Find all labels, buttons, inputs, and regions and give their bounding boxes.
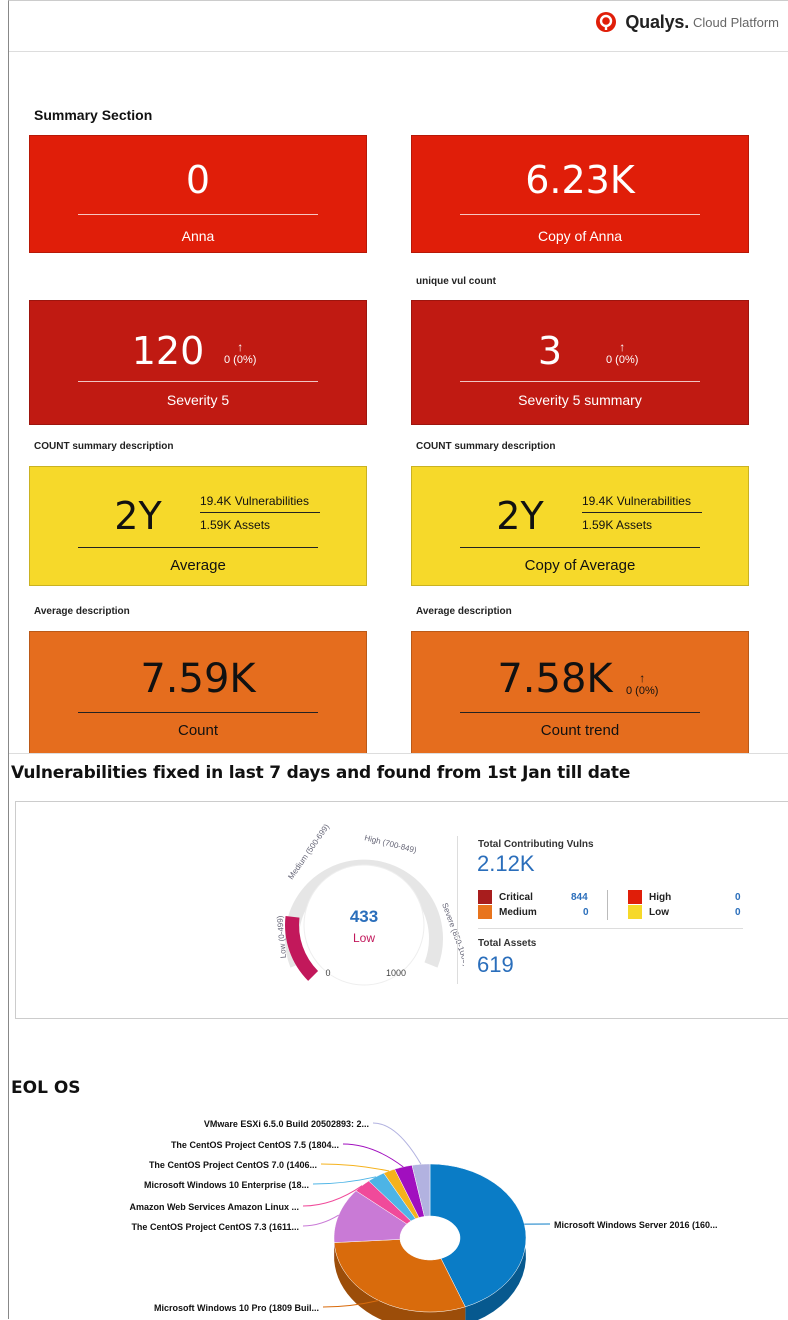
slice-label: Microsoft Windows 10 Enterprise (18... (144, 1180, 309, 1190)
gauge-min: 0 (325, 968, 330, 978)
label-connector (343, 1144, 403, 1167)
card-description: COUNT summary description (416, 441, 555, 452)
card-divider (460, 547, 700, 548)
card-anna[interactable]: 0 Anna (29, 135, 367, 253)
card-label: Copy of Anna (412, 228, 748, 244)
legend-medium-swatch (478, 905, 492, 919)
slice-label: VMware ESXi 6.5.0 Build 20502893: 2... (204, 1119, 369, 1129)
top-bar: Qualys. Cloud Platform (9, 1, 788, 52)
total-vulns-value: 2.12K (477, 851, 535, 877)
card-value: 7.58K (362, 656, 748, 702)
card-label: Severity 5 (30, 392, 366, 408)
legend-critical-label: Critical (499, 892, 533, 903)
arrow-up-icon: ↑ (626, 672, 658, 685)
card-value: 0 (30, 158, 366, 202)
trend-indicator: ↑ 0 (0%) (626, 672, 658, 698)
section-divider (9, 753, 788, 754)
legend-divider (607, 890, 608, 920)
slice-label: Microsoft Windows 10 Pro (1809 Buil... (154, 1303, 319, 1313)
card-divider (78, 547, 318, 548)
legend-high-swatch (628, 890, 642, 904)
card-count[interactable]: 7.59K Count (29, 631, 367, 753)
card-divider (460, 381, 700, 382)
brand-subtitle: Cloud Platform (693, 15, 779, 30)
slice-label: The CentOS Project CentOS 7.3 (1611... (131, 1222, 299, 1232)
card-label: Count (30, 722, 366, 739)
card-count-trend[interactable]: 7.58K ↑ 0 (0%) Count trend (411, 631, 749, 753)
vuln-section-title: Vulnerabilities fixed in last 7 days and… (11, 763, 630, 783)
total-assets-value: 619 (477, 952, 514, 978)
card-label: Severity 5 summary (412, 392, 748, 408)
arrow-up-icon: ↑ (224, 341, 256, 354)
card-description: Average description (416, 606, 512, 617)
label-connector (373, 1123, 421, 1164)
card-assets-stat: 1.59K Assets (582, 518, 652, 532)
card-value: 7.59K (30, 656, 366, 702)
stats-divider (478, 928, 743, 929)
total-assets-label: Total Assets (478, 938, 536, 949)
card-divider (460, 214, 700, 215)
legend-low-swatch (628, 905, 642, 919)
legend-medium-label: Medium (499, 907, 537, 918)
card-copy-of-average[interactable]: 2Y 19.4K Vulnerabilities 1.59K Assets Co… (411, 466, 749, 586)
card-divider (78, 381, 318, 382)
card-description: unique vul count (416, 276, 496, 287)
card-label: Anna (30, 228, 366, 244)
card-description: COUNT summary description (34, 441, 173, 452)
slice-label: The CentOS Project CentOS 7.5 (1804... (171, 1140, 339, 1150)
panel-divider (457, 836, 458, 984)
legend-critical-swatch (478, 890, 492, 904)
card-value: 3 (352, 329, 748, 373)
risk-gauge: 433 Low 0 1000 Low (0-499) Medium (500-6… (264, 822, 464, 1002)
card-divider (460, 712, 700, 713)
legend-critical-value: 844 (571, 892, 588, 903)
card-label: Average (30, 557, 366, 574)
label-connector (321, 1164, 389, 1171)
slice-label: Amazon Web Services Amazon Linux ... (129, 1202, 299, 1212)
total-vulns-label: Total Contributing Vulns (478, 839, 594, 850)
stat-divider (582, 512, 702, 513)
trend-value: 0 (0%) (626, 685, 658, 697)
donut-slice[interactable] (334, 1239, 465, 1312)
legend-high-label: High (649, 892, 671, 903)
card-copy-of-anna[interactable]: 6.23K Copy of Anna (411, 135, 749, 253)
trend-indicator: ↑ 0 (0%) (606, 341, 638, 367)
trend-value: 0 (0%) (606, 354, 638, 366)
dashboard-frame: Qualys. Cloud Platform Summary Section 0… (8, 0, 788, 1319)
card-value: 6.23K (412, 158, 748, 202)
band-high-label: High (700-849) (364, 833, 418, 855)
card-assets-stat: 1.59K Assets (200, 518, 270, 532)
slice-label: The CentOS Project CentOS 7.0 (1406... (149, 1160, 317, 1170)
label-connector (303, 1215, 339, 1226)
legend-high-value: 0 (735, 892, 741, 903)
card-severity-5[interactable]: 120 ↑ 0 (0%) Severity 5 (29, 300, 367, 425)
gauge-max: 1000 (386, 968, 406, 978)
gauge-rating: Low (353, 931, 375, 945)
trend-value: 0 (0%) (224, 354, 256, 366)
summary-section-title: Summary Section (34, 107, 152, 123)
eol-os-donut-chart: Microsoft Windows Server 2016 (160... Mic… (9, 1095, 781, 1320)
trend-indicator: ↑ 0 (0%) (224, 341, 256, 367)
band-severe-label: Severe (850-1000) (440, 902, 464, 968)
card-label: Count trend (412, 722, 748, 739)
card-value: 120 (0, 329, 366, 373)
gauge-value: 433 (350, 907, 378, 926)
card-description: Average description (34, 606, 130, 617)
card-vulnerabilities-stat: 19.4K Vulnerabilities (582, 494, 691, 508)
card-divider (78, 214, 318, 215)
slice-label: Microsoft Windows Server 2016 (160... (554, 1220, 717, 1230)
qualys-logo-icon (595, 11, 617, 33)
arrow-up-icon: ↑ (606, 341, 638, 354)
legend-medium-value: 0 (583, 907, 589, 918)
vuln-gauge-panel: 433 Low 0 1000 Low (0-499) Medium (500-6… (15, 801, 788, 1019)
legend-low-value: 0 (735, 907, 741, 918)
card-severity-5-summary[interactable]: 3 ↑ 0 (0%) Severity 5 summary (411, 300, 749, 425)
legend-low-label: Low (649, 907, 669, 918)
card-divider (78, 712, 318, 713)
brand-name: Qualys. (625, 12, 689, 33)
card-label: Copy of Average (412, 557, 748, 574)
brand[interactable]: Qualys. Cloud Platform (595, 11, 779, 33)
